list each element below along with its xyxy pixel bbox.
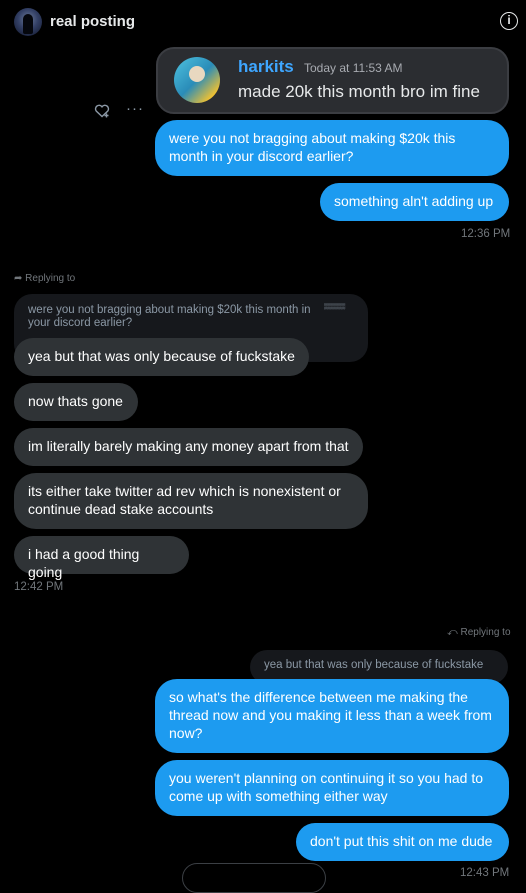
add-reaction-icon[interactable] — [94, 104, 110, 120]
conversation-title[interactable]: real posting — [50, 13, 135, 30]
quoted-message-thumbnail: ▒▒▒▒▒ — [324, 304, 346, 310]
reply-arrow-icon: ➦ — [14, 273, 23, 284]
message-timestamp: 12:42 PM — [14, 581, 64, 593]
message-bubble-in[interactable]: im literally barely making any money apa… — [14, 428, 363, 466]
more-icon[interactable]: ··· — [126, 100, 144, 117]
discord-username: harkits — [238, 57, 294, 76]
message-bubble-out[interactable]: were you not bragging about making $20k … — [155, 120, 509, 176]
discord-avatar — [174, 57, 220, 103]
message-bubble-in[interactable]: yea but that was only because of fucksta… — [14, 338, 309, 376]
message-bubble-out[interactable]: so what's the difference between me maki… — [155, 679, 509, 753]
quoted-message-text: yea but that was only because of fucksta… — [264, 659, 484, 671]
message-bubble-out[interactable]: something aln't adding up — [320, 183, 509, 221]
scroll-to-new-messages-button[interactable] — [182, 863, 326, 893]
message-timestamp: 12:43 PM — [460, 867, 510, 879]
quoted-message-text: were you not bragging about making $20k … — [28, 304, 311, 329]
replying-to-text: Replying to — [460, 627, 511, 638]
message-bubble-in[interactable]: now thats gone — [14, 383, 138, 421]
conversation-header: real posting i — [0, 0, 526, 44]
info-icon[interactable]: i — [500, 12, 518, 30]
discord-timestamp: Today at 11:53 AM — [304, 61, 403, 75]
discord-message: made 20k this month bro im fine — [238, 82, 480, 101]
replying-to-label: ⤺ Replying to — [447, 627, 511, 638]
group-avatar[interactable] — [14, 8, 42, 36]
replying-to-text: Replying to — [25, 273, 76, 284]
reply-arrow-icon: ⤺ — [447, 627, 458, 638]
message-bubble-out[interactable]: don't put this shit on me dude — [296, 823, 509, 861]
discord-screenshot-image[interactable]: harkits Today at 11:53 AM made 20k this … — [156, 47, 509, 114]
message-bubble-in[interactable]: its either take twitter ad rev which is … — [14, 473, 368, 529]
message-bubble-in[interactable]: i had a good thing going — [14, 536, 189, 580]
message-timestamp: 12:36 PM — [461, 228, 511, 240]
message-bubble-out[interactable]: you weren't planning on continuing it so… — [155, 760, 509, 816]
replying-to-label: ➦ Replying to — [14, 273, 75, 284]
